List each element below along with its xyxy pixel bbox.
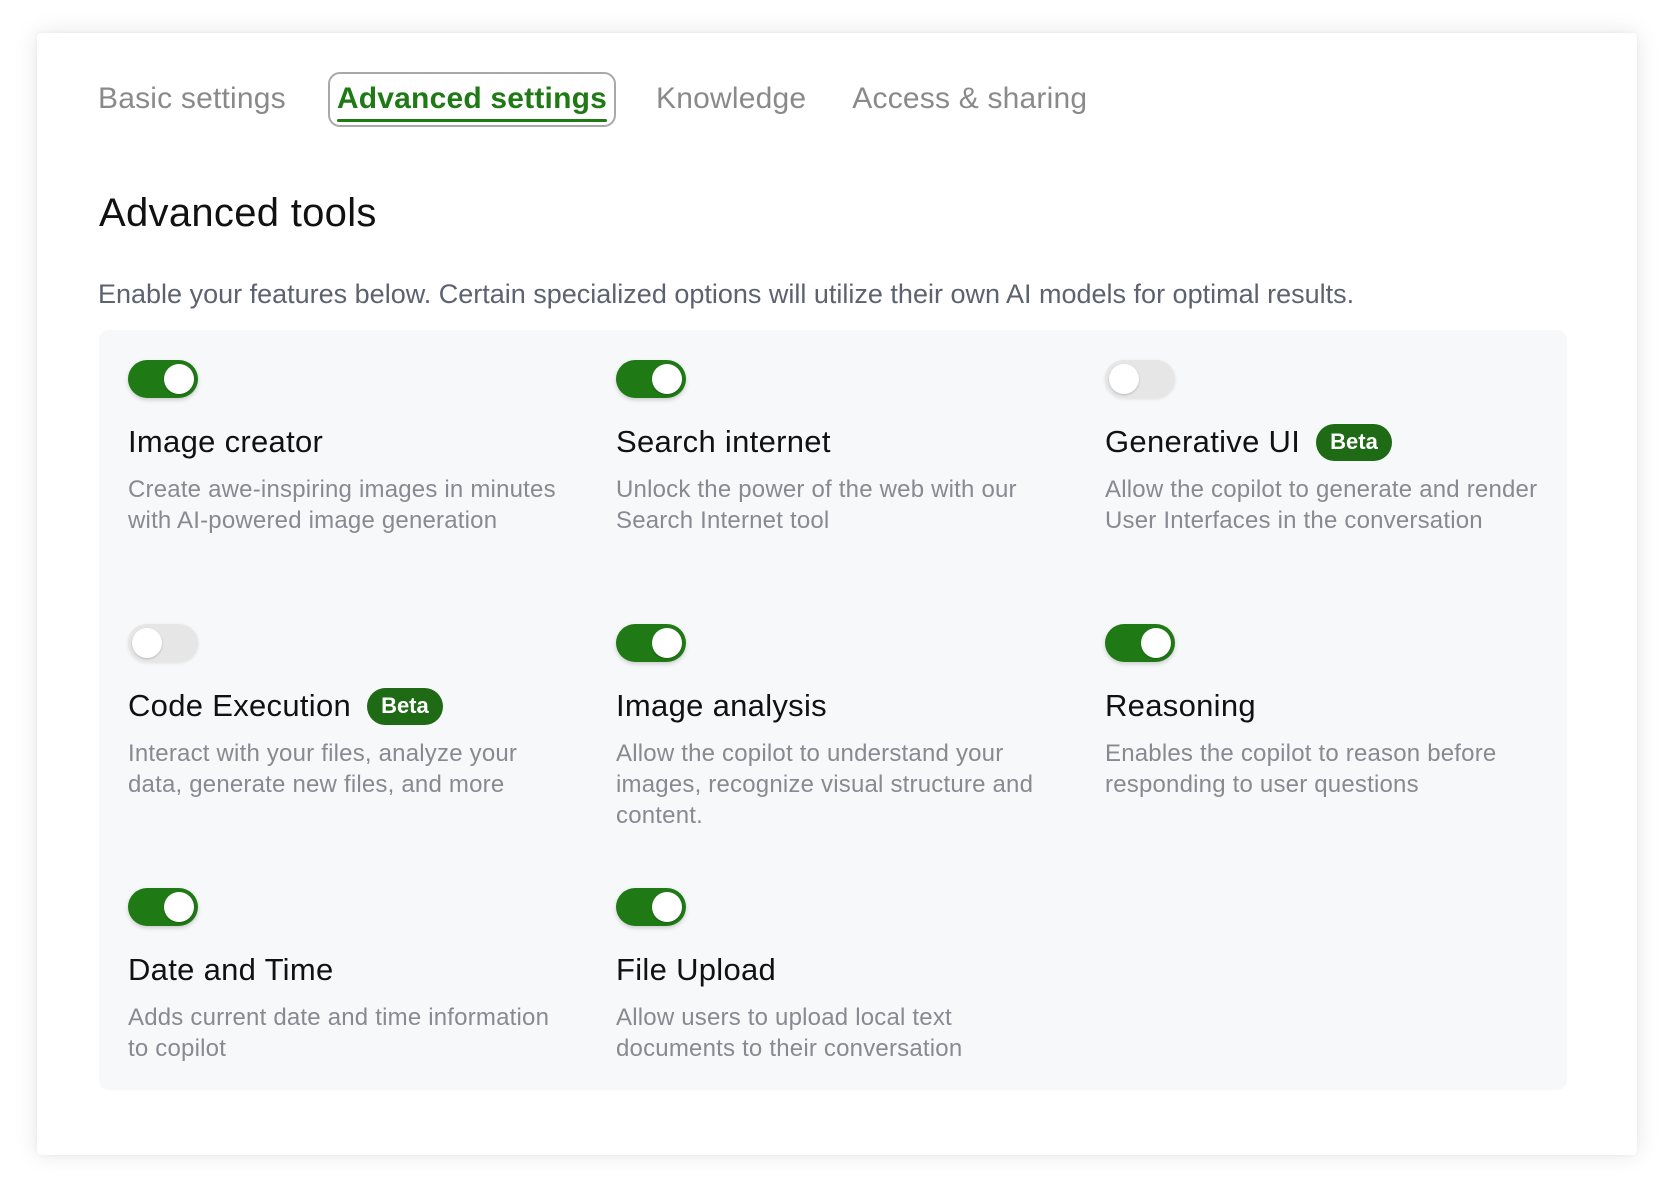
- section-description: Enable your features below. Certain spec…: [98, 279, 1355, 309]
- beta-badge: Beta: [1316, 423, 1392, 461]
- tool-description: Unlock the power of the web with our Sea…: [616, 476, 1017, 534]
- tool-description: Enables the copilot to reason before res…: [1105, 740, 1497, 798]
- tool-title: Generative UI: [1105, 424, 1301, 459]
- tool-title-row: File Upload: [616, 950, 1056, 990]
- reasoning-toggle[interactable]: [1105, 624, 1175, 662]
- tool-title-row: Code Execution Beta: [128, 686, 568, 726]
- section-title: Advanced tools: [99, 191, 377, 235]
- toggle-knob: [652, 364, 682, 394]
- toggle-knob: [132, 628, 162, 658]
- tab-basic-settings[interactable]: Basic settings: [98, 82, 286, 116]
- toggle-knob: [1141, 628, 1171, 658]
- tool-description: Create awe-inspiring images in minutes w…: [128, 476, 556, 534]
- code-execution-toggle[interactable]: [128, 624, 198, 662]
- tool-title-row: Image creator: [128, 422, 568, 462]
- tool-title-row: Generative UI Beta: [1105, 422, 1545, 462]
- generative-ui-toggle[interactable]: [1105, 360, 1175, 398]
- beta-badge: Beta: [367, 687, 443, 725]
- tool-title: Reasoning: [1105, 688, 1256, 723]
- tool-description: Adds current date and time information t…: [128, 1004, 550, 1062]
- tool-title: Date and Time: [128, 952, 334, 987]
- tool-description: Allow the copilot to understand your ima…: [616, 740, 1034, 829]
- tab-advanced-settings[interactable]: Advanced settings: [327, 71, 617, 127]
- tool-card-image-creator: Image creator Create awe-inspiring image…: [128, 360, 568, 536]
- tool-card-image-analysis: Image analysis Allow the copilot to unde…: [616, 624, 1056, 831]
- tool-card-generative-ui: Generative UI Beta Allow the copilot to …: [1105, 360, 1545, 536]
- tool-card-code-execution: Code Execution Beta Interact with your f…: [128, 624, 568, 800]
- toggle-knob: [164, 892, 194, 922]
- tab-access-sharing[interactable]: Access & sharing: [852, 82, 1087, 116]
- tool-description: Allow the copilot to generate and render…: [1105, 476, 1538, 534]
- image-creator-toggle[interactable]: [128, 360, 198, 398]
- toggle-knob: [652, 628, 682, 658]
- tool-card-file-upload: File Upload Allow users to upload local …: [616, 888, 1056, 1064]
- image-analysis-toggle[interactable]: [616, 624, 686, 662]
- toggle-knob: [164, 364, 194, 394]
- tool-title: File Upload: [616, 952, 777, 987]
- tool-description: Interact with your files, analyze your d…: [128, 740, 518, 798]
- settings-tabs: Basic settings Advanced settings Knowled…: [98, 69, 1133, 129]
- toggle-knob: [1109, 364, 1139, 394]
- tool-card-date-and-time: Date and Time Adds current date and time…: [128, 888, 568, 1064]
- tool-title-row: Image analysis: [616, 686, 1056, 726]
- tools-panel: Image creator Create awe-inspiring image…: [99, 330, 1567, 1090]
- settings-window: Basic settings Advanced settings Knowled…: [37, 33, 1637, 1155]
- tool-title: Code Execution: [128, 688, 352, 723]
- tool-description: Allow users to upload local text documen…: [616, 1004, 963, 1062]
- tab-knowledge[interactable]: Knowledge: [656, 82, 806, 116]
- tool-card-reasoning: Reasoning Enables the copilot to reason …: [1105, 624, 1545, 800]
- toggle-knob: [652, 892, 682, 922]
- file-upload-toggle[interactable]: [616, 888, 686, 926]
- tool-title-row: Date and Time: [128, 950, 568, 990]
- tool-card-search-internet: Search internet Unlock the power of the …: [616, 360, 1056, 536]
- tool-title: Image analysis: [616, 688, 827, 723]
- date-and-time-toggle[interactable]: [128, 888, 198, 926]
- tool-title-row: Reasoning: [1105, 686, 1545, 726]
- search-internet-toggle[interactable]: [616, 360, 686, 398]
- tool-title-row: Search internet: [616, 422, 1056, 462]
- tool-title: Image creator: [128, 424, 324, 459]
- tool-title: Search internet: [616, 424, 831, 459]
